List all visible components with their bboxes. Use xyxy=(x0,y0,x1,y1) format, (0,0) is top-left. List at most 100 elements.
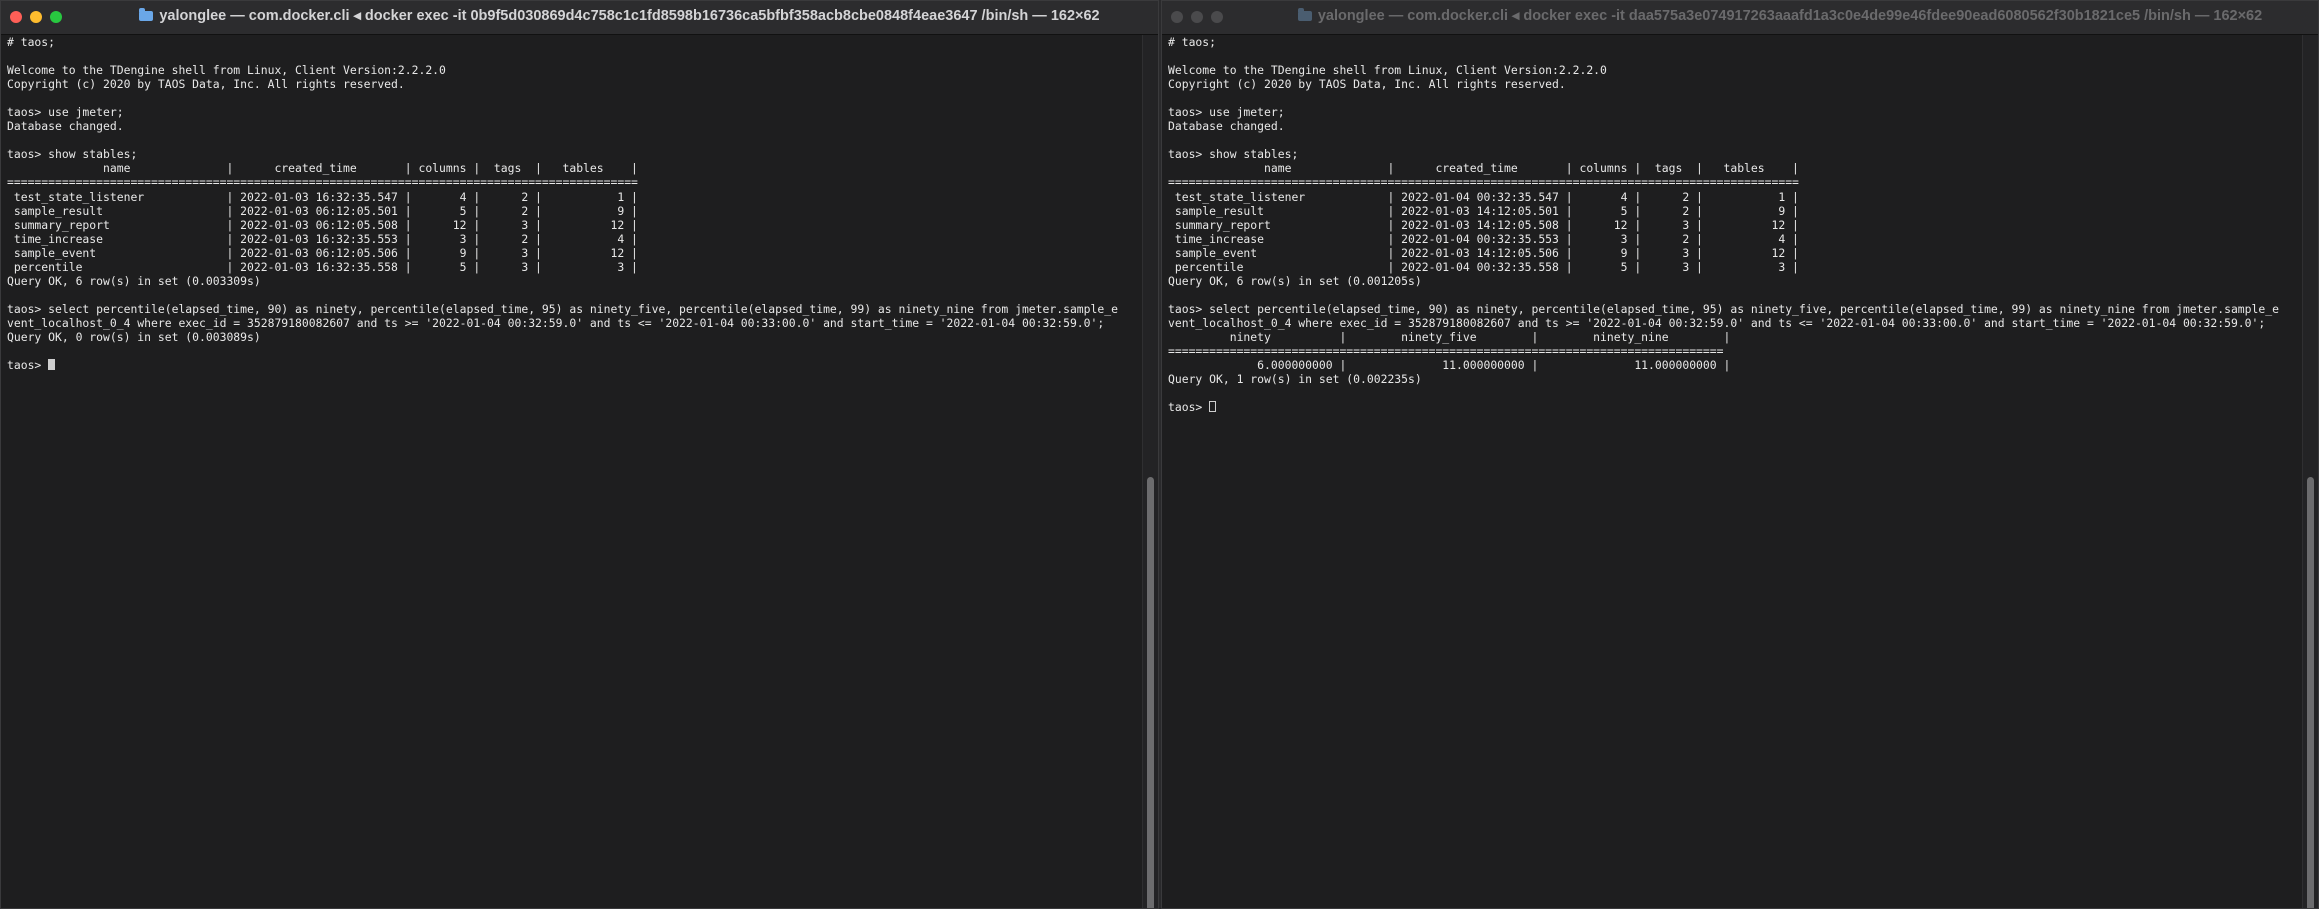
terminal-line: Copyright (c) 2020 by TAOS Data, Inc. Al… xyxy=(7,77,1142,91)
terminal-line: Welcome to the TDengine shell from Linux… xyxy=(1168,63,2302,77)
window-title-text: yalonglee — com.docker.cli ◂ docker exec… xyxy=(1317,8,2263,24)
terminal-line: name | created_time | columns | tags | t… xyxy=(1168,161,2302,175)
terminal-line: Query OK, 6 row(s) in set (0.003309s) xyxy=(7,274,1142,288)
terminal-line-text: ========================================… xyxy=(7,175,638,190)
terminal-line: Copyright (c) 2020 by TAOS Data, Inc. Al… xyxy=(1168,77,2302,91)
terminal-line-text: sample_result | 2022-01-03 14:12:05.501 … xyxy=(1168,203,1799,218)
terminal-line: Query OK, 0 row(s) in set (0.003089s) xyxy=(7,330,1142,344)
terminal-line: Welcome to the TDengine shell from Linux… xyxy=(7,63,1142,77)
terminal-line: test_state_listener | 2022-01-04 00:32:3… xyxy=(1168,190,2302,204)
folder-icon xyxy=(1297,8,1312,21)
terminal-line-text: test_state_listener | 2022-01-04 00:32:3… xyxy=(1168,189,1799,204)
title-bar[interactable]: yalonglee — com.docker.cli ◂ docker exec… xyxy=(1,1,1158,35)
minimize-button[interactable] xyxy=(30,11,42,23)
terminal-output[interactable]: # taos; Welcome to the TDengine shell fro… xyxy=(1168,35,2302,908)
window-title: yalonglee — com.docker.cli ◂ docker exec… xyxy=(1262,8,2298,28)
terminal-line-text: taos> xyxy=(1168,400,1210,415)
terminal-line-text: ========================================… xyxy=(1168,344,1724,359)
terminal-line: sample_result | 2022-01-03 06:12:05.501 … xyxy=(7,204,1142,218)
terminal-line: ========================================… xyxy=(7,175,1142,189)
terminal-line-text: taos> use jmeter; xyxy=(7,105,124,120)
scrollbar-thumb[interactable] xyxy=(2307,477,2314,908)
terminal-line-text: percentile | 2022-01-03 16:32:35.558 | 5… xyxy=(7,259,638,274)
terminal-line-text: time_increase | 2022-01-04 00:32:35.553 … xyxy=(1168,231,1799,246)
terminal-line: vent_localhost_0_4 where exec_id = 35287… xyxy=(1168,316,2302,330)
terminal-line-text: Query OK, 1 row(s) in set (0.002235s) xyxy=(1168,372,1422,387)
terminal-line: taos> use jmeter; xyxy=(7,105,1142,119)
close-button[interactable] xyxy=(10,11,22,23)
terminal-line-text: sample_event | 2022-01-03 14:12:05.506 |… xyxy=(1168,245,1799,260)
terminal-line-text: sample_result | 2022-01-03 06:12:05.501 … xyxy=(7,203,638,218)
window-title: yalonglee — com.docker.cli ◂ docker exec… xyxy=(101,8,1138,28)
terminal-line: ninety | ninety_five | ninety_nine | xyxy=(1168,330,2302,344)
terminal-line: vent_localhost_0_4 where exec_id = 35287… xyxy=(7,316,1142,330)
terminal-line: taos> select percentile(elapsed_time, 90… xyxy=(1168,302,2302,316)
terminal-line: Database changed. xyxy=(7,119,1142,133)
terminal-line: # taos; xyxy=(7,35,1142,49)
terminal-line: time_increase | 2022-01-04 00:32:35.553 … xyxy=(1168,232,2302,246)
terminal-line: Query OK, 6 row(s) in set (0.001205s) xyxy=(1168,274,2302,288)
terminal-line-text: taos> show stables; xyxy=(1168,147,1299,162)
terminal-line: taos> show stables; xyxy=(1168,147,2302,161)
terminal-line-text: Copyright (c) 2020 by TAOS Data, Inc. Al… xyxy=(7,77,405,92)
terminal-window-left[interactable]: yalonglee — com.docker.cli ◂ docker exec… xyxy=(0,0,1159,909)
terminal-line: ========================================… xyxy=(1168,175,2302,189)
terminal-line-text: name | created_time | columns | tags | t… xyxy=(7,161,638,176)
terminal-line-text: summary_report | 2022-01-03 06:12:05.508… xyxy=(7,217,638,232)
terminal-line-text: taos> xyxy=(7,358,49,373)
terminal-line-text: time_increase | 2022-01-03 16:32:35.553 … xyxy=(7,231,638,246)
terminal-line: percentile | 2022-01-04 00:32:35.558 | 5… xyxy=(1168,260,2302,274)
terminal-line: name | created_time | columns | tags | t… xyxy=(7,161,1142,175)
terminal-line: # taos; xyxy=(1168,35,2302,49)
terminal-line-text: Copyright (c) 2020 by TAOS Data, Inc. Al… xyxy=(1168,77,1566,92)
scrollbar[interactable] xyxy=(1142,35,1158,908)
terminal-line-text: taos> show stables; xyxy=(7,147,138,162)
terminal-line-text: ninety | ninety_five | ninety_nine | xyxy=(1168,329,1731,344)
terminal-line-text: sample_event | 2022-01-03 06:12:05.506 |… xyxy=(7,245,638,260)
terminal-line-text: Database changed. xyxy=(7,119,124,134)
terminal-line: sample_event | 2022-01-03 06:12:05.506 |… xyxy=(7,246,1142,260)
title-bar[interactable]: yalonglee — com.docker.cli ◂ docker exec… xyxy=(1162,1,2318,35)
zoom-button[interactable] xyxy=(1211,11,1223,23)
text-cursor xyxy=(1209,401,1217,413)
terminal-line: taos> xyxy=(7,358,1142,372)
terminal-line: summary_report | 2022-01-03 06:12:05.508… xyxy=(7,218,1142,232)
terminal-window-right[interactable]: yalonglee — com.docker.cli ◂ docker exec… xyxy=(1161,0,2319,909)
terminal-line-text: taos> use jmeter; xyxy=(1168,105,1285,120)
terminal-line-text: # taos; xyxy=(1168,35,1217,49)
scrollbar-thumb[interactable] xyxy=(1147,477,1154,908)
terminal-line-text: taos> select percentile(elapsed_time, 90… xyxy=(7,301,1118,316)
terminal-line: time_increase | 2022-01-03 16:32:35.553 … xyxy=(7,232,1142,246)
close-button[interactable] xyxy=(1171,11,1183,23)
traffic-lights xyxy=(1171,11,1231,30)
terminal-line: taos> show stables; xyxy=(7,147,1142,161)
terminal-line-text: taos> select percentile(elapsed_time, 90… xyxy=(1168,301,2279,316)
terminal-line-text: percentile | 2022-01-04 00:32:35.558 | 5… xyxy=(1168,259,1799,274)
terminal-line: taos> use jmeter; xyxy=(1168,105,2302,119)
scrollbar[interactable] xyxy=(2302,35,2318,908)
terminal-line: percentile | 2022-01-03 16:32:35.558 | 5… xyxy=(7,260,1142,274)
terminal-line-text: 6.000000000 | 11.000000000 | 11.00000000… xyxy=(1168,358,1731,373)
window-title-text: yalonglee — com.docker.cli ◂ docker exec… xyxy=(159,8,1100,24)
minimize-button[interactable] xyxy=(1191,11,1203,23)
terminal-line: sample_result | 2022-01-03 14:12:05.501 … xyxy=(1168,204,2302,218)
terminal-line-text: vent_localhost_0_4 where exec_id = 35287… xyxy=(7,315,1105,330)
terminal-line-text: Query OK, 0 row(s) in set (0.003089s) xyxy=(7,329,261,344)
terminal-line: summary_report | 2022-01-03 14:12:05.508… xyxy=(1168,218,2302,232)
terminal-line-text: Welcome to the TDengine shell from Linux… xyxy=(1168,63,1607,78)
terminal-line-text: ========================================… xyxy=(1168,175,1799,190)
zoom-button[interactable] xyxy=(50,11,62,23)
terminal-line: taos> xyxy=(1168,400,2302,414)
terminal-output[interactable]: # taos; Welcome to the TDengine shell fro… xyxy=(7,35,1142,908)
terminal-line: Database changed. xyxy=(1168,119,2302,133)
terminal-line-text: # taos; xyxy=(7,35,56,49)
terminal-line-text: Query OK, 6 row(s) in set (0.001205s) xyxy=(1168,273,1422,288)
terminal-line-text: name | created_time | columns | tags | t… xyxy=(1168,161,1799,176)
